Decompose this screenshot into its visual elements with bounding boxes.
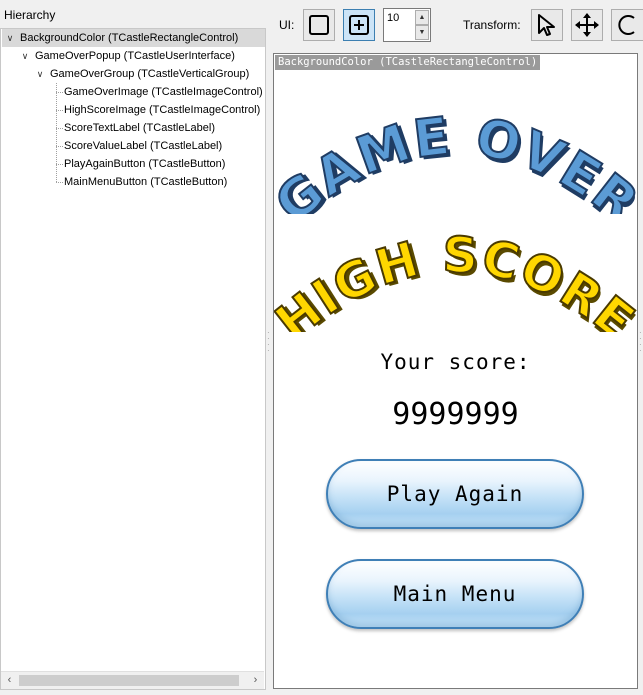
panel-splitter-grip[interactable]: · · · · — [639, 329, 643, 355]
move-tool-button[interactable] — [571, 9, 603, 41]
tree-connector — [56, 146, 63, 147]
ui-mode-label: UI: — [279, 18, 295, 32]
spin-up-icon[interactable]: ▲ — [415, 10, 429, 25]
tree-node-score-value-label[interactable]: ScoreValueLabel (TCastleLabel) — [64, 137, 222, 155]
tree-node-game-over-popup[interactable]: ∨ GameOverPopup (TCastleUserInterface) — [2, 47, 265, 65]
tree-connector — [56, 83, 57, 182]
scroll-left-icon[interactable]: ‹ — [1, 672, 18, 689]
spin-down-icon[interactable]: ▼ — [415, 25, 429, 40]
tree-node-background-color[interactable]: ∨ BackgroundColor (TCastleRectangleContr… — [2, 29, 265, 47]
transform-label: Transform: — [463, 18, 521, 32]
tree-node-label: BackgroundColor (TCastleRectangleControl… — [20, 32, 239, 44]
tree-connector — [56, 182, 63, 183]
tree-node-label: PlayAgainButton (TCastleButton) — [64, 158, 226, 170]
tree-node-label: HighScoreImage (TCastleImageControl) — [64, 104, 261, 116]
tree-node-main-menu-button[interactable]: MainMenuButton (TCastleButton) — [64, 173, 227, 191]
hierarchy-title: Hierarchy — [4, 8, 56, 22]
select-tool-button[interactable] — [531, 9, 563, 41]
add-ui-button[interactable] — [343, 9, 375, 41]
select-arrow-icon — [538, 14, 555, 36]
snap-spin-edit[interactable]: 10 ▲ ▼ — [383, 8, 431, 42]
high-score-image[interactable]: HIGH SCORE HIGH SCORE — [274, 222, 637, 332]
tree-node-label: ScoreValueLabel (TCastleLabel) — [64, 140, 223, 152]
horizontal-scrollbar[interactable]: ‹ › — [1, 671, 264, 689]
add-ui-icon — [349, 15, 369, 35]
score-value-label: 9999999 — [392, 397, 519, 432]
spin-value[interactable]: 10 — [387, 12, 399, 24]
tree-node-label: GameOverPopup (TCastleUserInterface) — [35, 50, 235, 62]
svg-text:GAME OVER: GAME OVER — [274, 106, 637, 214]
tree-connector — [56, 164, 63, 165]
play-again-button[interactable]: Play Again — [326, 459, 584, 529]
main-menu-button[interactable]: Main Menu — [326, 559, 584, 629]
tree-connector — [56, 128, 63, 129]
chevron-down-icon[interactable]: ∨ — [5, 29, 15, 47]
rotate-icon — [618, 15, 635, 35]
tree-node-label: ScoreTextLabel (TCastleLabel) — [64, 122, 216, 134]
tree-node-play-again-button[interactable]: PlayAgainButton (TCastleButton) — [64, 155, 225, 173]
scroll-right-icon[interactable]: › — [247, 672, 264, 689]
rectangle-ui-button[interactable] — [303, 9, 335, 41]
game-over-image[interactable]: GAME OVER GAME OVER — [274, 104, 637, 214]
game-over-text: GAME OVER — [274, 105, 637, 214]
rectangle-ui-icon — [309, 15, 329, 35]
design-viewport[interactable]: BackgroundColor (TCastleRectangleControl… — [273, 53, 638, 689]
tree-node-label: GameOverImage (TCastleImageControl) — [64, 86, 263, 98]
tree-connector — [56, 110, 63, 111]
tree-node-game-over-image[interactable]: GameOverImage (TCastleImageControl) — [64, 83, 263, 101]
tree-node-score-text-label[interactable]: ScoreTextLabel (TCastleLabel) — [64, 119, 215, 137]
score-text-label: Your score: — [380, 350, 531, 374]
chevron-down-icon[interactable]: ∨ — [20, 47, 30, 65]
scrollbar-thumb[interactable] — [19, 675, 239, 686]
tree-node-high-score-image[interactable]: HighScoreImage (TCastleImageControl) — [64, 101, 260, 119]
selected-control-tag: BackgroundColor (TCastleRectangleControl… — [275, 55, 541, 70]
chevron-down-icon[interactable]: ∨ — [35, 65, 45, 83]
tree-node-label: MainMenuButton (TCastleButton) — [64, 176, 228, 188]
tree-node-label: GameOverGroup (TCastleVerticalGroup) — [50, 68, 250, 80]
panel-splitter-grip[interactable]: · · · · — [267, 329, 271, 355]
move-icon — [575, 13, 599, 37]
tree-node-game-over-group[interactable]: ∨ GameOverGroup (TCastleVerticalGroup) — [2, 65, 265, 83]
hierarchy-tree[interactable]: ∨ BackgroundColor (TCastleRectangleContr… — [0, 28, 266, 690]
rotate-tool-button[interactable] — [611, 9, 643, 41]
tree-connector — [56, 92, 63, 93]
